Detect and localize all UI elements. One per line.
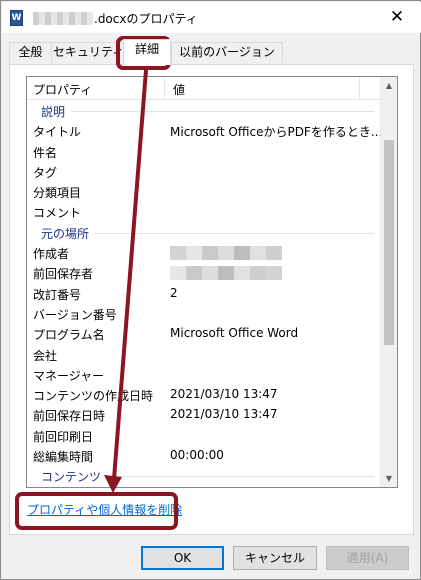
group-divider <box>107 476 374 478</box>
property-name: 改訂番号 <box>33 287 82 302</box>
property-name: タイトル <box>33 125 82 140</box>
vertical-scrollbar[interactable]: ▲ ▼ <box>380 77 397 487</box>
property-name: タグ <box>33 165 58 180</box>
property-name: バージョン番号 <box>33 307 117 322</box>
property-row[interactable]: バージョン番号 <box>27 303 382 323</box>
property-name: プログラム名 <box>33 328 105 343</box>
property-name: 分類項目 <box>33 186 82 201</box>
property-row[interactable]: 会社 <box>27 344 382 364</box>
property-row[interactable]: タイトル Microsoft OfficeからPDFを作るとき... <box>27 120 382 140</box>
property-name: 総編集時間 <box>33 450 94 465</box>
property-row[interactable]: マネージャー <box>27 364 382 384</box>
column-header-property[interactable]: プロパティ <box>33 81 92 98</box>
column-header-value[interactable]: 値 <box>173 81 185 98</box>
property-row[interactable]: 件名 <box>27 141 382 161</box>
tab-security[interactable]: セキュリティ <box>51 42 126 63</box>
cancel-button[interactable]: キャンセル <box>233 546 317 570</box>
group-label: 元の場所 <box>41 226 90 241</box>
annotation-highlight-link <box>15 492 178 530</box>
group-header[interactable]: 元の場所 <box>27 222 382 242</box>
group-divider <box>95 232 374 234</box>
details-panel: プロパティ 値 説明タイトル Microsoft OfficeからPDFを作るとき… <box>9 64 414 535</box>
property-value: Microsoft OfficeからPDFを作るとき... <box>170 125 383 140</box>
property-row[interactable]: 作成者 <box>27 242 382 262</box>
property-name: 会社 <box>33 348 58 363</box>
tab-general[interactable]: 全般 <box>9 42 52 63</box>
property-value: Microsoft Office Word <box>170 326 299 341</box>
property-rows: 説明タイトル Microsoft OfficeからPDFを作るとき... 件名タグ分… <box>27 100 382 486</box>
property-name: 件名 <box>33 145 58 160</box>
column-separator <box>164 77 165 100</box>
property-value: 2 <box>170 285 178 300</box>
tab-strip: 全般 セキュリティ 詳細 以前のバージョン <box>9 39 414 65</box>
close-icon[interactable]: ✕ <box>375 2 419 32</box>
redacted-filename <box>33 12 93 25</box>
properties-dialog: W .docxのプロパティ ✕ 全般 セキュリティ 詳細 以前のバージョン プロ… <box>0 0 421 580</box>
ok-button[interactable]: OK <box>141 546 224 570</box>
property-name: 前回印刷日 <box>33 429 94 444</box>
tab-previous-versions[interactable]: 以前のバージョン <box>171 42 283 63</box>
group-header[interactable]: コンテンツ <box>27 465 382 485</box>
property-value: 00:00:00 <box>170 448 224 463</box>
tab-details[interactable]: 詳細 <box>123 39 171 65</box>
property-row[interactable]: 総編集時間 00:00:00 <box>27 445 382 465</box>
property-row[interactable]: 分類項目 <box>27 181 382 201</box>
scroll-down-icon[interactable]: ▼ <box>381 470 397 487</box>
property-name: マネージャー <box>33 368 105 383</box>
property-list[interactable]: プロパティ 値 説明タイトル Microsoft OfficeからPDFを作るとき… <box>26 76 398 488</box>
property-row[interactable]: 改訂番号 2 <box>27 283 382 303</box>
property-row[interactable]: 前回印刷日 <box>27 425 382 445</box>
property-name: コンテンツの作成日時 <box>33 389 154 404</box>
scroll-thumb[interactable] <box>384 140 394 345</box>
group-label: コンテンツ <box>41 470 102 485</box>
window-title: .docxのプロパティ <box>94 12 198 26</box>
list-header: プロパティ 値 <box>27 77 382 100</box>
property-value: 2021/03/10 13:47 <box>170 387 278 402</box>
scroll-up-icon[interactable]: ▲ <box>381 77 397 94</box>
apply-button[interactable]: 適用(A) <box>326 546 409 570</box>
property-row[interactable]: コメント <box>27 201 382 221</box>
property-row[interactable]: 前回保存日時 2021/03/10 13:47 <box>27 404 382 424</box>
redacted-value <box>170 266 283 281</box>
redacted-value <box>170 246 283 261</box>
property-row[interactable]: 前回保存者 <box>27 262 382 282</box>
title-bar: W .docxのプロパティ ✕ <box>2 2 421 33</box>
word-document-icon: W <box>10 10 23 26</box>
property-row[interactable]: プログラム名 Microsoft Office Word <box>27 323 382 343</box>
group-label: 説明 <box>41 105 66 119</box>
property-row[interactable]: コンテンツの作成日時 2021/03/10 13:47 <box>27 384 382 404</box>
property-row[interactable]: タグ <box>27 161 382 181</box>
property-name: 作成者 <box>33 247 70 262</box>
property-name: コメント <box>33 206 82 221</box>
group-divider <box>71 111 374 112</box>
property-name: 前回保存者 <box>33 267 94 282</box>
column-separator-end <box>359 77 360 100</box>
property-name: 前回保存日時 <box>33 409 106 424</box>
group-header[interactable]: 説明 <box>27 100 382 120</box>
property-value: 2021/03/10 13:47 <box>170 407 278 422</box>
